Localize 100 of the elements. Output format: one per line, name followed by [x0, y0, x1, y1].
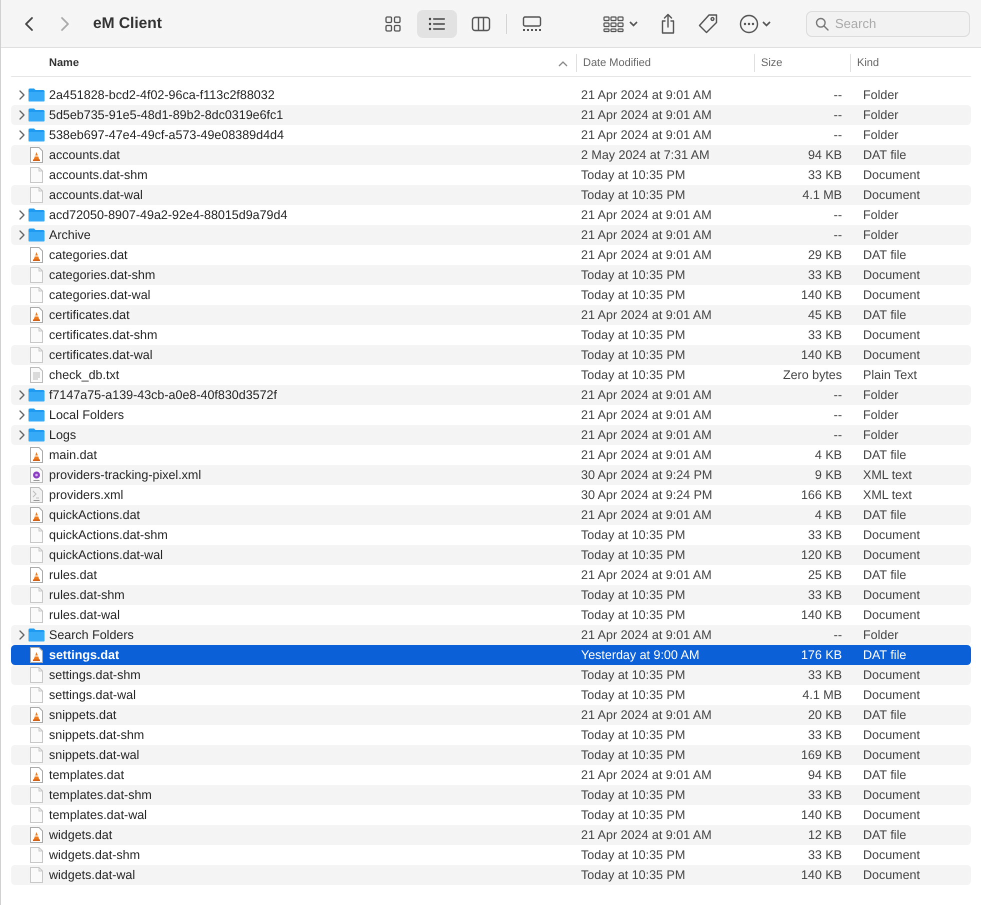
column-header[interactable]: Name — [11, 54, 576, 72]
file-row[interactable]: templates.dat 21 Apr 2024 at 9:01 AM 94 KB DAT file — [11, 765, 971, 785]
file-size: -- — [834, 108, 842, 122]
file-row[interactable]: snippets.dat-shm Today at 10:35 PM 33 KB Document — [11, 725, 971, 745]
file-row[interactable]: certificates.dat-wal Today at 10:35 PM 140 KB Document — [11, 345, 971, 365]
file-row[interactable]: snippets.dat 21 Apr 2024 at 9:01 AM 20 KB DAT file — [11, 705, 971, 725]
file-row[interactable]: main.dat 21 Apr 2024 at 9:01 AM 4 KB DAT file — [11, 445, 971, 465]
date-modified: Today at 10:35 PM — [581, 168, 686, 182]
file-row[interactable]: widgets.dat-shm Today at 10:35 PM 33 KB Document — [11, 845, 971, 865]
date-modified: Today at 10:35 PM — [581, 808, 686, 822]
file-size: 12 KB — [808, 828, 842, 842]
file-row[interactable]: Local Folders 21 Apr 2024 at 9:01 AM -- Folder — [11, 405, 971, 425]
document-icon — [28, 527, 45, 543]
disclosure-icon[interactable] — [18, 390, 26, 400]
file-row[interactable]: accounts.dat-shm Today at 10:35 PM 33 KB Document — [11, 165, 971, 185]
file-name: providers-tracking-pixel.xml — [49, 468, 202, 482]
date-modified: 21 Apr 2024 at 9:01 AM — [581, 88, 712, 102]
file-row[interactable]: 5d5eb735-91e5-48d1-89b2-8dc0319e6fc1 21 Apr 2024 at 9:01 AM -- Folder — [11, 105, 971, 125]
file-row[interactable]: quickActions.dat-wal Today at 10:35 PM 120 KB Document — [11, 545, 971, 565]
file-size: -- — [834, 388, 842, 402]
file-name: main.dat — [49, 448, 97, 462]
disclosure-icon[interactable] — [18, 110, 26, 120]
date-modified: 21 Apr 2024 at 9:01 AM — [581, 708, 712, 722]
date-modified: 21 Apr 2024 at 9:01 AM — [581, 308, 712, 322]
back-icon[interactable] — [23, 16, 35, 32]
file-name: settings.dat-wal — [49, 688, 136, 702]
file-name: certificates.dat-shm — [49, 328, 158, 342]
document-icon — [28, 327, 45, 343]
file-size: 20 KB — [808, 708, 842, 722]
file-row[interactable]: rules.dat-shm Today at 10:35 PM 33 KB Document — [11, 585, 971, 605]
file-row[interactable]: categories.dat-wal Today at 10:35 PM 140 KB Document — [11, 285, 971, 305]
file-row[interactable]: categories.dat 21 Apr 2024 at 9:01 AM 29 KB DAT file — [11, 245, 971, 265]
file-size: 33 KB — [808, 588, 842, 602]
file-row[interactable]: acd72050-8907-49a2-92e4-88015d9a79d4 21 Apr 2024 at 9:01 AM -- Folder — [11, 205, 971, 225]
file-size: 4 KB — [814, 448, 842, 462]
file-kind: Document — [863, 808, 920, 822]
list-view-button[interactable] — [417, 10, 457, 38]
file-row[interactable]: accounts.dat-wal Today at 10:35 PM 4.1 MB Document — [11, 185, 971, 205]
file-row[interactable]: rules.dat-wal Today at 10:35 PM 140 KB Document — [11, 605, 971, 625]
disclosure-icon[interactable] — [18, 230, 26, 240]
file-row[interactable]: f7147a75-a139-43cb-a0e8-40f830d3572f 21 Apr 2024 at 9:01 AM -- Folder — [11, 385, 971, 405]
file-name: accounts.dat-shm — [49, 168, 148, 182]
file-row[interactable]: providers-tracking-pixel.xml 30 Apr 2024 at 9:24 PM 9 KB XML text — [11, 465, 971, 485]
file-row[interactable]: 2a451828-bcd2-4f02-96ca-f113c2f88032 21 Apr 2024 at 9:01 AM -- Folder — [11, 85, 971, 105]
gallery-icon — [521, 14, 543, 32]
file-row[interactable]: rules.dat 21 Apr 2024 at 9:01 AM 25 KB DAT file — [11, 565, 971, 585]
column-header[interactable]: Kind — [850, 54, 971, 72]
document-icon — [28, 647, 45, 663]
columns-icon — [471, 14, 491, 32]
date-modified: Today at 10:35 PM — [581, 328, 686, 342]
file-row[interactable]: settings.dat-wal Today at 10:35 PM 4.1 MB Document — [11, 685, 971, 705]
file-kind: Document — [863, 288, 920, 302]
disclosure-icon[interactable] — [18, 430, 26, 440]
disclosure-icon[interactable] — [18, 130, 26, 140]
date-modified: 21 Apr 2024 at 9:01 AM — [581, 628, 712, 642]
file-size: 140 KB — [800, 348, 842, 362]
file-row[interactable]: check_db.txt Today at 10:35 PM Zero bytes Plain Text — [11, 365, 971, 385]
file-kind: Document — [863, 868, 920, 882]
file-size: 33 KB — [808, 268, 842, 282]
file-kind: Document — [863, 588, 920, 602]
disclosure-icon[interactable] — [18, 210, 26, 220]
folder-icon — [28, 388, 45, 402]
file-size: -- — [834, 408, 842, 422]
file-row[interactable]: certificates.dat 21 Apr 2024 at 9:01 AM 45 KB DAT file — [11, 305, 971, 325]
file-kind: DAT file — [863, 568, 906, 582]
file-name: settings.dat-shm — [49, 668, 141, 682]
file-row[interactable]: widgets.dat-wal Today at 10:35 PM 140 KB Document — [11, 865, 971, 885]
file-row[interactable]: accounts.dat 2 May 2024 at 7:31 AM 94 KB DAT file — [11, 145, 971, 165]
file-kind: XML text — [863, 468, 912, 482]
file-row[interactable]: widgets.dat 21 Apr 2024 at 9:01 AM 12 KB DAT file — [11, 825, 971, 845]
file-row[interactable]: providers.xml 30 Apr 2024 at 9:24 PM 166 KB XML text — [11, 485, 971, 505]
file-row[interactable]: settings.dat Yesterday at 9:00 AM 176 KB DAT file — [11, 645, 971, 665]
date-modified: 21 Apr 2024 at 9:01 AM — [581, 208, 712, 222]
search-field[interactable]: Search — [806, 10, 970, 36]
file-row[interactable]: 538eb697-47e4-49cf-a573-49e08389d4d4 21 Apr 2024 at 9:01 AM -- Folder — [11, 125, 971, 145]
disclosure-icon[interactable] — [18, 630, 26, 640]
file-row[interactable]: Logs 21 Apr 2024 at 9:01 AM -- Folder — [11, 425, 971, 445]
file-kind: Document — [863, 188, 920, 202]
file-size: 33 KB — [808, 848, 842, 862]
file-size: 4.1 MB — [802, 688, 842, 702]
file-row[interactable]: Search Folders 21 Apr 2024 at 9:01 AM -- Folder — [11, 625, 971, 645]
file-row[interactable]: Archive 21 Apr 2024 at 9:01 AM -- Folder — [11, 225, 971, 245]
file-size: 33 KB — [808, 328, 842, 342]
disclosure-icon[interactable] — [18, 410, 26, 420]
column-header[interactable]: Date Modified — [576, 54, 754, 72]
file-row[interactable]: templates.dat-shm Today at 10:35 PM 33 KB Document — [11, 785, 971, 805]
date-modified: 21 Apr 2024 at 9:01 AM — [581, 428, 712, 442]
file-row[interactable]: settings.dat-shm Today at 10:35 PM 33 KB Document — [11, 665, 971, 685]
file-row[interactable]: templates.dat-wal Today at 10:35 PM 140 KB Document — [11, 805, 971, 825]
file-row[interactable]: quickActions.dat 21 Apr 2024 at 9:01 AM 4 KB DAT file — [11, 505, 971, 525]
file-row[interactable]: quickActions.dat-shm Today at 10:35 PM 33 KB Document — [11, 525, 971, 545]
document-icon — [28, 567, 45, 583]
column-header[interactable]: Size — [754, 54, 850, 72]
file-row[interactable]: snippets.dat-wal Today at 10:35 PM 169 KB Document — [11, 745, 971, 765]
file-row[interactable]: certificates.dat-shm Today at 10:35 PM 33 KB Document — [11, 325, 971, 345]
file-row[interactable]: categories.dat-shm Today at 10:35 PM 33 KB Document — [11, 265, 971, 285]
date-modified: 30 Apr 2024 at 9:24 PM — [581, 468, 712, 482]
file-name: certificates.dat-wal — [49, 348, 153, 362]
disclosure-icon[interactable] — [18, 90, 26, 100]
document-icon — [28, 867, 45, 883]
